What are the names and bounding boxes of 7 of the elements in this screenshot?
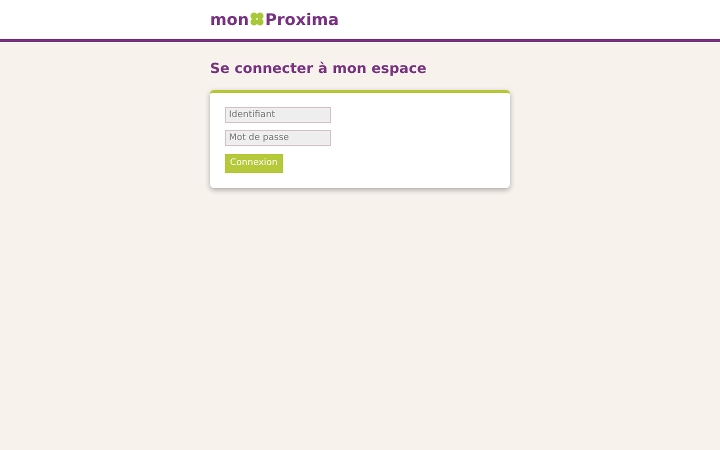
clover-icon	[250, 12, 264, 28]
logo-text: Proxima	[265, 12, 339, 28]
login-button[interactable]: Connexion	[225, 154, 283, 173]
input-field[interactable]: Identifiant	[225, 107, 331, 123]
input-field[interactable]: Mot de passe	[225, 130, 331, 146]
logo-text: mon	[210, 12, 250, 28]
page-title: Se connecter à mon espace	[210, 60, 428, 79]
